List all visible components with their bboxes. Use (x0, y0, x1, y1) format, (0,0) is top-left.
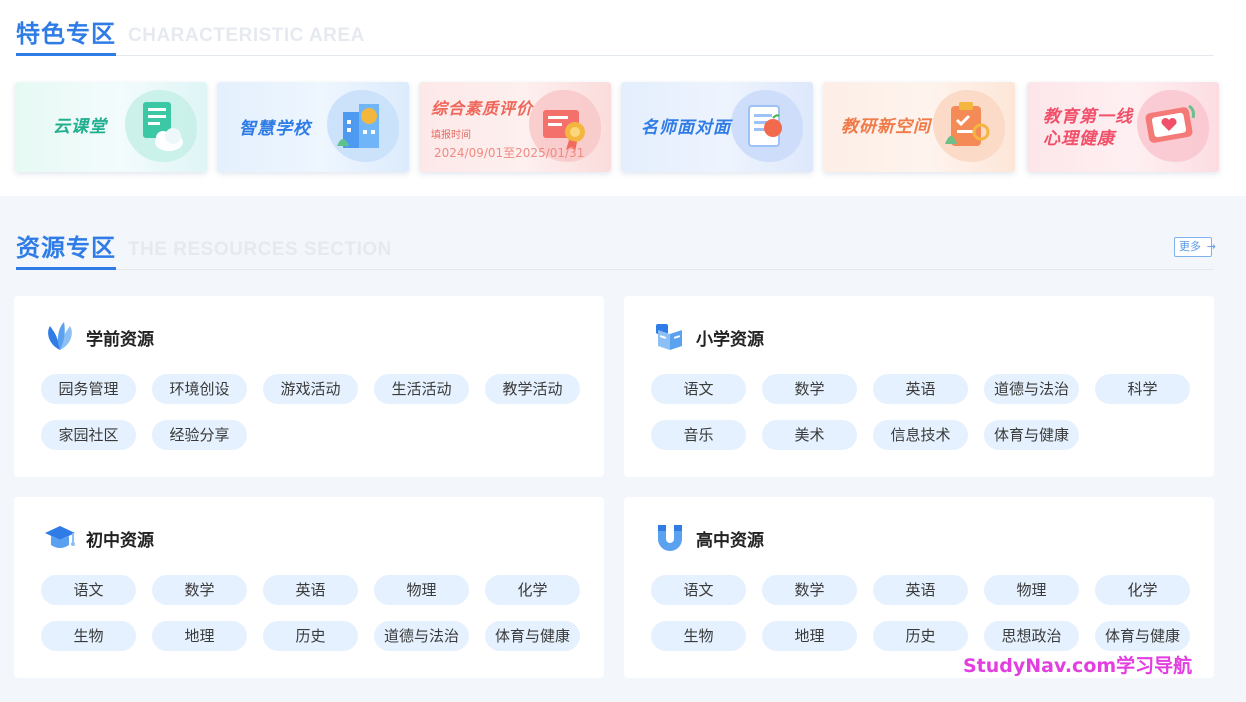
tag[interactable]: 英语 (873, 575, 968, 605)
card-label: 云课堂 (53, 117, 107, 137)
card-research-space[interactable]: 教研新空间 (823, 82, 1015, 172)
more-button[interactable]: 更多 → (1174, 237, 1216, 257)
arrow-right-icon: → (1206, 240, 1216, 253)
cloud-document-icon (143, 102, 183, 151)
tag[interactable]: 数学 (762, 374, 857, 404)
tag[interactable]: 数学 (762, 575, 857, 605)
card-sub-label: 填报时间 (431, 130, 471, 141)
card-label: 名师面对面 (641, 118, 731, 138)
tag[interactable]: 物理 (984, 575, 1079, 605)
book-icon (656, 324, 682, 350)
resources-title-en: THE RESOURCES SECTION (128, 239, 392, 260)
leaf-icon (48, 322, 72, 350)
tag[interactable]: 英语 (263, 575, 358, 605)
card-famous-teacher[interactable]: 名师面对面 (621, 82, 813, 172)
tag[interactable]: 物理 (374, 575, 469, 605)
card-label: 教研新空间 (841, 117, 931, 137)
panel-preschool: 学前资源 园务管理 环境创设 游戏活动 生活活动 教学活动 家园社区 经验分享 (14, 296, 604, 477)
tag[interactable]: 信息技术 (873, 420, 968, 450)
scroll-icon (748, 105, 782, 147)
panel-title: 小学资源 (696, 330, 764, 350)
featured-title-en: CHARACTERISTIC AREA (128, 25, 365, 46)
resources-title: 资源专区 (16, 233, 116, 270)
tag[interactable]: 科学 (1095, 374, 1190, 404)
tag[interactable]: 生物 (41, 621, 136, 651)
card-smart-school[interactable]: 智慧学校 (217, 82, 409, 172)
tag[interactable]: 体育与健康 (1095, 621, 1190, 651)
clipboard-icon (945, 102, 990, 146)
panel-title: 学前资源 (86, 330, 154, 350)
tag[interactable]: 园务管理 (41, 374, 136, 404)
tag[interactable]: 音乐 (651, 420, 746, 450)
tag[interactable]: 英语 (873, 374, 968, 404)
card-label-line2: 心理健康 (1043, 129, 1115, 149)
heart-screen-icon (1145, 104, 1195, 143)
featured-section: 特色专区 CHARACTERISTIC AREA 云课堂 智慧学校 综合素质评价… (0, 0, 1246, 196)
tag[interactable]: 体育与健康 (984, 420, 1079, 450)
panel-title: 初中资源 (86, 531, 154, 551)
card-mental-health[interactable]: 教育第一线 心理健康 (1027, 82, 1219, 172)
graduation-cap-icon (45, 526, 75, 548)
tag[interactable]: 体育与健康 (485, 621, 580, 651)
card-label: 智慧学校 (239, 119, 311, 139)
tag[interactable]: 生物 (651, 621, 746, 651)
tag[interactable]: 美术 (762, 420, 857, 450)
tag[interactable]: 历史 (873, 621, 968, 651)
featured-cards: 云课堂 智慧学校 综合素质评价 填报时间 2024/09/01至2025/01/… (15, 82, 1219, 172)
card-label: 综合素质评价 (431, 99, 534, 118)
card-date-range: 2024/09/01至2025/01/31 (434, 146, 585, 160)
building-icon (337, 104, 379, 148)
tag[interactable]: 道德与法治 (374, 621, 469, 651)
tag[interactable]: 游戏活动 (263, 374, 358, 404)
card-cloud-classroom[interactable]: 云课堂 (15, 82, 207, 172)
tag[interactable]: 化学 (1095, 575, 1190, 605)
resources-header: 资源专区 THE RESOURCES SECTION 更多 → (16, 230, 1216, 270)
tag[interactable]: 家园社区 (41, 420, 136, 450)
tag[interactable]: 环境创设 (152, 374, 247, 404)
tag[interactable]: 化学 (485, 575, 580, 605)
tag[interactable]: 道德与法治 (984, 374, 1079, 404)
card-quality-evaluation[interactable]: 综合素质评价 填报时间 2024/09/01至2025/01/31 (419, 82, 611, 172)
magnet-icon (658, 525, 682, 551)
tag[interactable]: 数学 (152, 575, 247, 605)
tag[interactable]: 语文 (651, 575, 746, 605)
tag[interactable]: 教学活动 (485, 374, 580, 404)
panel-junior: 初中资源 语文 数学 英语 物理 化学 生物 地理 历史 道德与法治 体育与健康 (14, 497, 604, 678)
tag[interactable]: 语文 (41, 575, 136, 605)
card-label: 教育第一线 (1043, 107, 1133, 127)
tag[interactable]: 地理 (762, 621, 857, 651)
watermark: StudyNav.com学习导航 (963, 655, 1193, 677)
panel-title: 高中资源 (696, 531, 764, 551)
tag[interactable]: 地理 (152, 621, 247, 651)
featured-title: 特色专区 (16, 19, 116, 56)
tag[interactable]: 历史 (263, 621, 358, 651)
tag[interactable]: 生活活动 (374, 374, 469, 404)
tag[interactable]: 思想政治 (984, 621, 1079, 651)
panel-primary: 小学资源 语文 数学 英语 道德与法治 科学 音乐 美术 信息技术 体育与健康 (624, 296, 1214, 477)
tag[interactable]: 经验分享 (152, 420, 247, 450)
featured-header: 特色专区 CHARACTERISTIC AREA (16, 16, 1214, 56)
tag[interactable]: 语文 (651, 374, 746, 404)
